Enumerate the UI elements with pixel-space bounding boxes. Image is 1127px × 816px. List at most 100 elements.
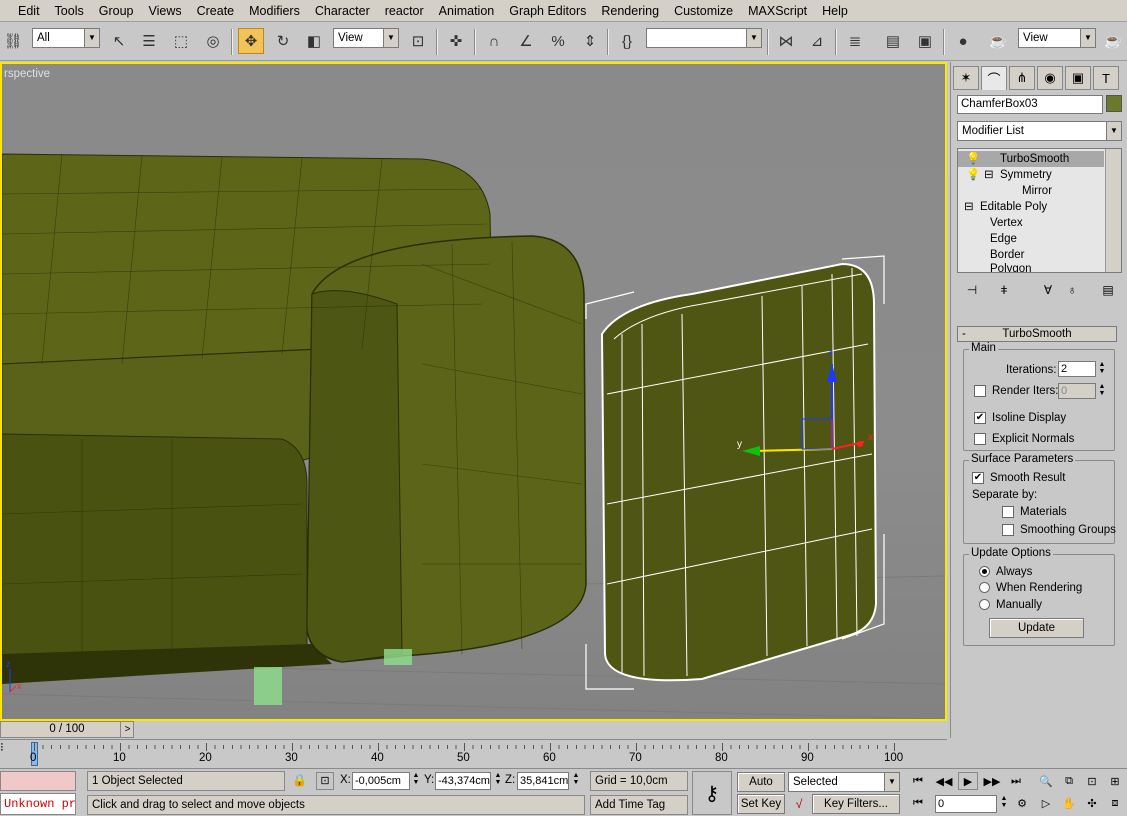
when-rendering-radio[interactable] (979, 582, 990, 593)
current-frame-field[interactable]: 0 (935, 795, 997, 813)
collapse-icon[interactable]: ⊟ (964, 199, 974, 215)
percent-snap-icon[interactable]: % (545, 28, 571, 54)
y-coordinate-field[interactable]: -43,374cm (435, 772, 491, 790)
object-name-field[interactable]: ChamferBox03 (957, 95, 1103, 114)
time-configuration-icon[interactable]: ⚙ (1012, 794, 1032, 812)
perspective-viewport[interactable]: z y x z x rspective (0, 62, 947, 721)
smoothing-groups-checkbox[interactable] (1002, 524, 1014, 536)
configure-sets-icon[interactable]: ▤ (1097, 280, 1119, 300)
menu-customize[interactable]: Customize (666, 0, 740, 22)
select-and-scale-icon[interactable]: ◧ (301, 28, 327, 54)
zoom-all-icon[interactable]: ⧉ (1059, 772, 1079, 790)
display-tab-icon[interactable]: ▣ (1065, 66, 1091, 90)
arc-rotate-icon[interactable]: ✣ (1082, 794, 1102, 812)
trackbar-menu-icon[interactable]: ⁝ (0, 740, 6, 768)
hierarchy-tab-icon[interactable]: ⋔ (1009, 66, 1035, 90)
maxscript-listener-top[interactable] (0, 771, 76, 791)
time-slider-next-button[interactable]: > (120, 722, 134, 737)
make-unique-icon[interactable]: ∀ (1037, 280, 1059, 300)
menu-reactor[interactable]: reactor (377, 0, 431, 22)
zoom-icon[interactable]: 🔍 (1036, 772, 1056, 790)
key-filters-button[interactable]: Key Filters... (812, 794, 900, 814)
absolute-mode-icon[interactable]: ⊡ (316, 772, 334, 790)
x-spinner-arrows[interactable]: ▲ ▼ (411, 772, 421, 790)
update-button[interactable]: Update (989, 618, 1084, 638)
trackbar[interactable]: ⁝ 0 10 20 30 40 50 60 70 80 90 100 (0, 739, 947, 768)
schematic-view-icon[interactable]: ▣ (912, 28, 938, 54)
snap-toggle-icon[interactable]: ∩ (481, 28, 507, 54)
utilities-tab-icon[interactable]: T (1093, 66, 1119, 90)
lightbulb-icon[interactable]: 💡 (966, 167, 980, 183)
motion-tab-icon[interactable]: ◉ (1037, 66, 1063, 90)
materials-checkbox[interactable] (1002, 506, 1014, 518)
menu-tools[interactable]: Tools (47, 0, 91, 22)
z-coordinate-field[interactable]: 35,841cm (517, 772, 569, 790)
curve-editor-icon[interactable]: ▤ (880, 28, 906, 54)
play-icon[interactable]: ▶ (958, 772, 978, 790)
angle-snap-icon[interactable]: ∠ (513, 28, 539, 54)
stack-item-border[interactable]: Border (958, 247, 1104, 263)
window-crossing-icon[interactable]: ◎ (200, 28, 226, 54)
set-key-button[interactable]: Set Key (737, 794, 785, 814)
link-icon[interactable]: ⛓ (0, 28, 26, 54)
object-color-swatch[interactable] (1106, 95, 1122, 112)
named-selection-set-dropdown[interactable]: ▼ (646, 28, 762, 48)
pan-icon[interactable]: ✋ (1059, 794, 1079, 812)
reference-coordinate-dropdown[interactable]: View ▼ (333, 28, 399, 48)
modifier-list-dropdown[interactable]: Modifier List ▼ (957, 121, 1122, 141)
quick-render-icon[interactable]: ☕ (1100, 28, 1126, 54)
zoom-extents-icon[interactable]: ⊡ (1082, 772, 1102, 790)
add-time-tag-button[interactable]: Add Time Tag (590, 795, 688, 815)
remove-modifier-icon[interactable]: ♁ (1061, 280, 1083, 300)
stack-scrollbar[interactable] (1105, 149, 1121, 272)
modify-tab-icon[interactable]: ⌒ (981, 66, 1007, 90)
goto-end-icon[interactable]: ⏭ (1006, 772, 1026, 790)
menu-modifiers[interactable]: Modifiers (241, 0, 307, 22)
stack-item-vertex[interactable]: Vertex (958, 215, 1104, 231)
select-object-icon[interactable]: ↖ (106, 28, 132, 54)
iterations-spinner[interactable]: 2 (1058, 361, 1096, 377)
render-scene-icon[interactable]: ☕ (985, 28, 1011, 54)
stack-item-editable-poly[interactable]: ⊟ Editable Poly (958, 199, 1104, 215)
pivot-center-icon[interactable]: ⊡ (405, 28, 431, 54)
default-tangents-icon[interactable]: √ (789, 795, 809, 813)
stack-item-turbosmooth[interactable]: 💡 TurboSmooth (958, 151, 1104, 167)
menu-create[interactable]: Create (189, 0, 242, 22)
layer-manager-icon[interactable]: ≣ (842, 28, 868, 54)
key-mode-toggle-icon[interactable]: ⏮ (908, 794, 928, 812)
maximize-viewport-icon[interactable]: ⧈ (1105, 794, 1125, 812)
x-coordinate-field[interactable]: -0,005cm (352, 772, 410, 790)
explicit-normals-checkbox[interactable] (974, 433, 986, 445)
render-iters-checkbox[interactable] (974, 385, 986, 397)
mirror-icon[interactable]: ⋈ (773, 28, 799, 54)
stack-item-polygon[interactable]: Polygon (958, 263, 1104, 272)
auto-key-button[interactable]: Auto Key (737, 772, 785, 806)
align-icon[interactable]: ⊿ (804, 28, 830, 54)
menu-help[interactable]: Help (814, 0, 855, 22)
next-frame-icon[interactable]: ▶▶ (982, 772, 1002, 790)
menu-animation[interactable]: Animation (431, 0, 502, 22)
render-iters-spinner[interactable]: 0 (1058, 383, 1096, 399)
z-spinner-arrows[interactable]: ▲ ▼ (571, 772, 581, 790)
lock-selection-icon[interactable]: 🔒 (292, 773, 307, 787)
manipulate-icon[interactable]: ✜ (443, 28, 469, 54)
menu-group[interactable]: Group (91, 0, 141, 22)
menu-views[interactable]: Views (140, 0, 188, 22)
manually-radio[interactable] (979, 599, 990, 610)
edit-named-selection-icon[interactable]: {} (614, 28, 640, 54)
render-iters-spinner-arrows[interactable]: ▲ ▼ (1097, 383, 1107, 399)
isoline-display-checkbox[interactable]: ✔ (974, 412, 986, 424)
previous-frame-icon[interactable]: ◀◀ (934, 772, 954, 790)
material-editor-icon[interactable]: ● (950, 28, 976, 54)
menu-maxscript[interactable]: MAXScript (740, 0, 814, 22)
menu-rendering[interactable]: Rendering (593, 0, 666, 22)
pin-stack-icon[interactable]: ⊣ (961, 280, 983, 300)
turbosmooth-rollout-header[interactable]: - TurboSmooth (957, 326, 1117, 342)
y-spinner-arrows[interactable]: ▲ ▼ (493, 772, 503, 790)
stack-item-mirror[interactable]: Mirror (958, 183, 1104, 199)
time-slider[interactable]: 0 / 100 (0, 721, 134, 738)
stack-item-symmetry[interactable]: 💡 ⊟ Symmetry (958, 167, 1104, 183)
menu-character[interactable]: Character (307, 0, 377, 22)
set-key-mode-icon[interactable]: ⚷ (692, 771, 732, 815)
menu-edit[interactable]: Edit (10, 0, 47, 22)
